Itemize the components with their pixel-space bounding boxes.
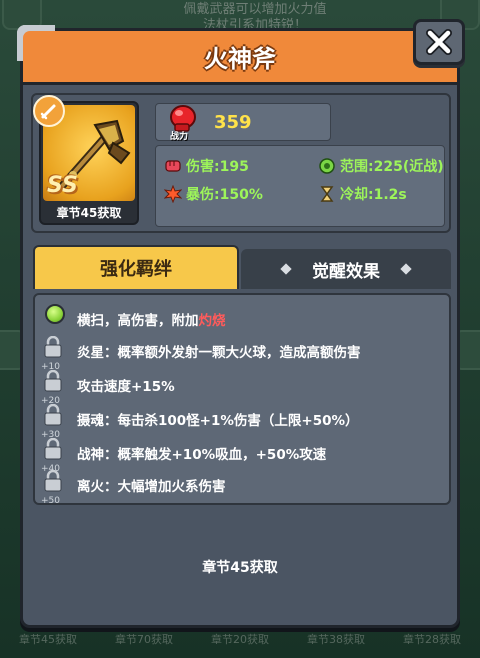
weapon-source-label: 章节45获取 — [56, 206, 122, 220]
skill-locked-icon: +50 — [41, 469, 69, 506]
lock-icon — [44, 369, 62, 392]
skill-row: 横扫，高伤害，附加灼烧 — [43, 304, 443, 334]
weapon-card[interactable]: SS 章节45获取 — [33, 95, 139, 225]
weapon-detail-popup: 火神斧 SS 章节45获取 战力 359 伤害:195 范围:225(近战) 暴… — [17, 19, 465, 628]
tab-enhance-bond[interactable]: 强化羁绊 — [33, 245, 239, 289]
popup-title: 火神斧 — [204, 45, 276, 73]
green-dot-icon — [45, 304, 65, 324]
background-source-label: 章节20获取 — [211, 633, 269, 646]
skill-row: +50 离火：大幅增加火系伤害 — [41, 469, 443, 506]
skill-text: 横扫，高伤害，附加灼烧 — [77, 309, 226, 329]
stat-cooldown-label: 冷却:1.2s — [340, 187, 407, 203]
close-x-icon — [426, 29, 452, 55]
lock-icon — [44, 335, 62, 358]
stat-damage-label: 伤害:195 — [186, 159, 249, 175]
lock-icon — [44, 403, 62, 426]
skill-description: 摄魂：每击杀100怪+1%伤害（上限+50%） — [77, 413, 359, 429]
stat-crit-label: 暴伤:150% — [186, 187, 263, 203]
background-source-label: 章节28获取 — [403, 633, 461, 646]
skill-description: 攻击速度+15% — [77, 379, 175, 395]
crit-burst-icon — [164, 185, 182, 203]
popup-title-bar: 火神斧 — [23, 31, 457, 85]
skill-locked-icon: +20 — [41, 369, 69, 406]
stat-crit: 暴伤:150% — [164, 184, 263, 204]
stat-damage: 伤害:195 — [164, 156, 249, 176]
fist-icon — [165, 160, 181, 172]
footer-source-label: 章节45获取 — [202, 560, 278, 576]
gear-range-icon — [319, 158, 335, 174]
hourglass-icon — [320, 186, 334, 202]
tab-awaken-effect-label: 觉醒效果 — [312, 261, 380, 282]
sword-icon — [40, 104, 56, 120]
skill-level-requirement: +50 — [41, 496, 60, 506]
power-tag: 战力 — [170, 132, 189, 142]
stat-range: 范围:225(近战) — [318, 156, 444, 176]
skill-row: +30 摄魂：每击杀100怪+1%伤害（上限+50%） — [41, 403, 443, 440]
skill-list: 横扫，高伤害，附加灼烧 +10 炎星：概率额外发射一颗大火球，造成高额伤害 +2… — [33, 293, 451, 506]
skill-row: +40 战神：概率触发+10%吸血，+50%攻速 — [41, 437, 443, 474]
stat-range-label: 范围:225(近战) — [340, 159, 444, 175]
skill-highlight: 灼烧 — [198, 313, 226, 329]
weapon-info-area: SS 章节45获取 战力 359 伤害:195 范围:225(近战) 暴伤:15… — [31, 93, 451, 233]
close-button[interactable] — [413, 19, 465, 65]
skill-description: 战神：概率触发+10%吸血，+50%攻速 — [77, 447, 327, 463]
skill-unlocked-icon — [43, 304, 69, 334]
skill-locked-icon: +40 — [41, 437, 69, 474]
power-box: 战力 359 — [155, 103, 331, 142]
skill-description: 横扫，高伤害，附加 — [77, 313, 199, 329]
lock-icon — [44, 437, 62, 460]
diamond-icon — [400, 263, 412, 275]
skill-description: 离火：大幅增加火系伤害 — [77, 479, 226, 495]
power-value: 359 — [214, 112, 252, 133]
skill-locked-icon: +10 — [41, 335, 69, 372]
background-hint-line1: 佩戴武器可以增加火力值 — [183, 2, 327, 17]
stat-cooldown: 冷却:1.2s — [318, 184, 407, 204]
skill-description: 炎星：概率额外发射一颗大火球，造成高额伤害 — [77, 345, 361, 361]
skill-row: +20 攻击速度+15% — [41, 369, 443, 406]
stats-box: 伤害:195 范围:225(近战) 暴伤:150% 冷却:1.2s — [155, 145, 445, 227]
background-source-label: 章节45获取 — [19, 633, 77, 646]
lock-icon — [44, 469, 62, 492]
skill-locked-icon: +30 — [41, 403, 69, 440]
weapon-type-badge — [33, 95, 65, 127]
background-source-label: 章节38获取 — [307, 633, 365, 646]
tab-awaken-effect[interactable]: 觉醒效果 — [241, 249, 451, 289]
diamond-icon — [280, 263, 292, 275]
skill-row: +10 炎星：概率额外发射一颗大火球，造成高额伤害 — [41, 335, 443, 372]
background-source-label: 章节70获取 — [115, 633, 173, 646]
rarity-badge: SS — [47, 173, 78, 198]
